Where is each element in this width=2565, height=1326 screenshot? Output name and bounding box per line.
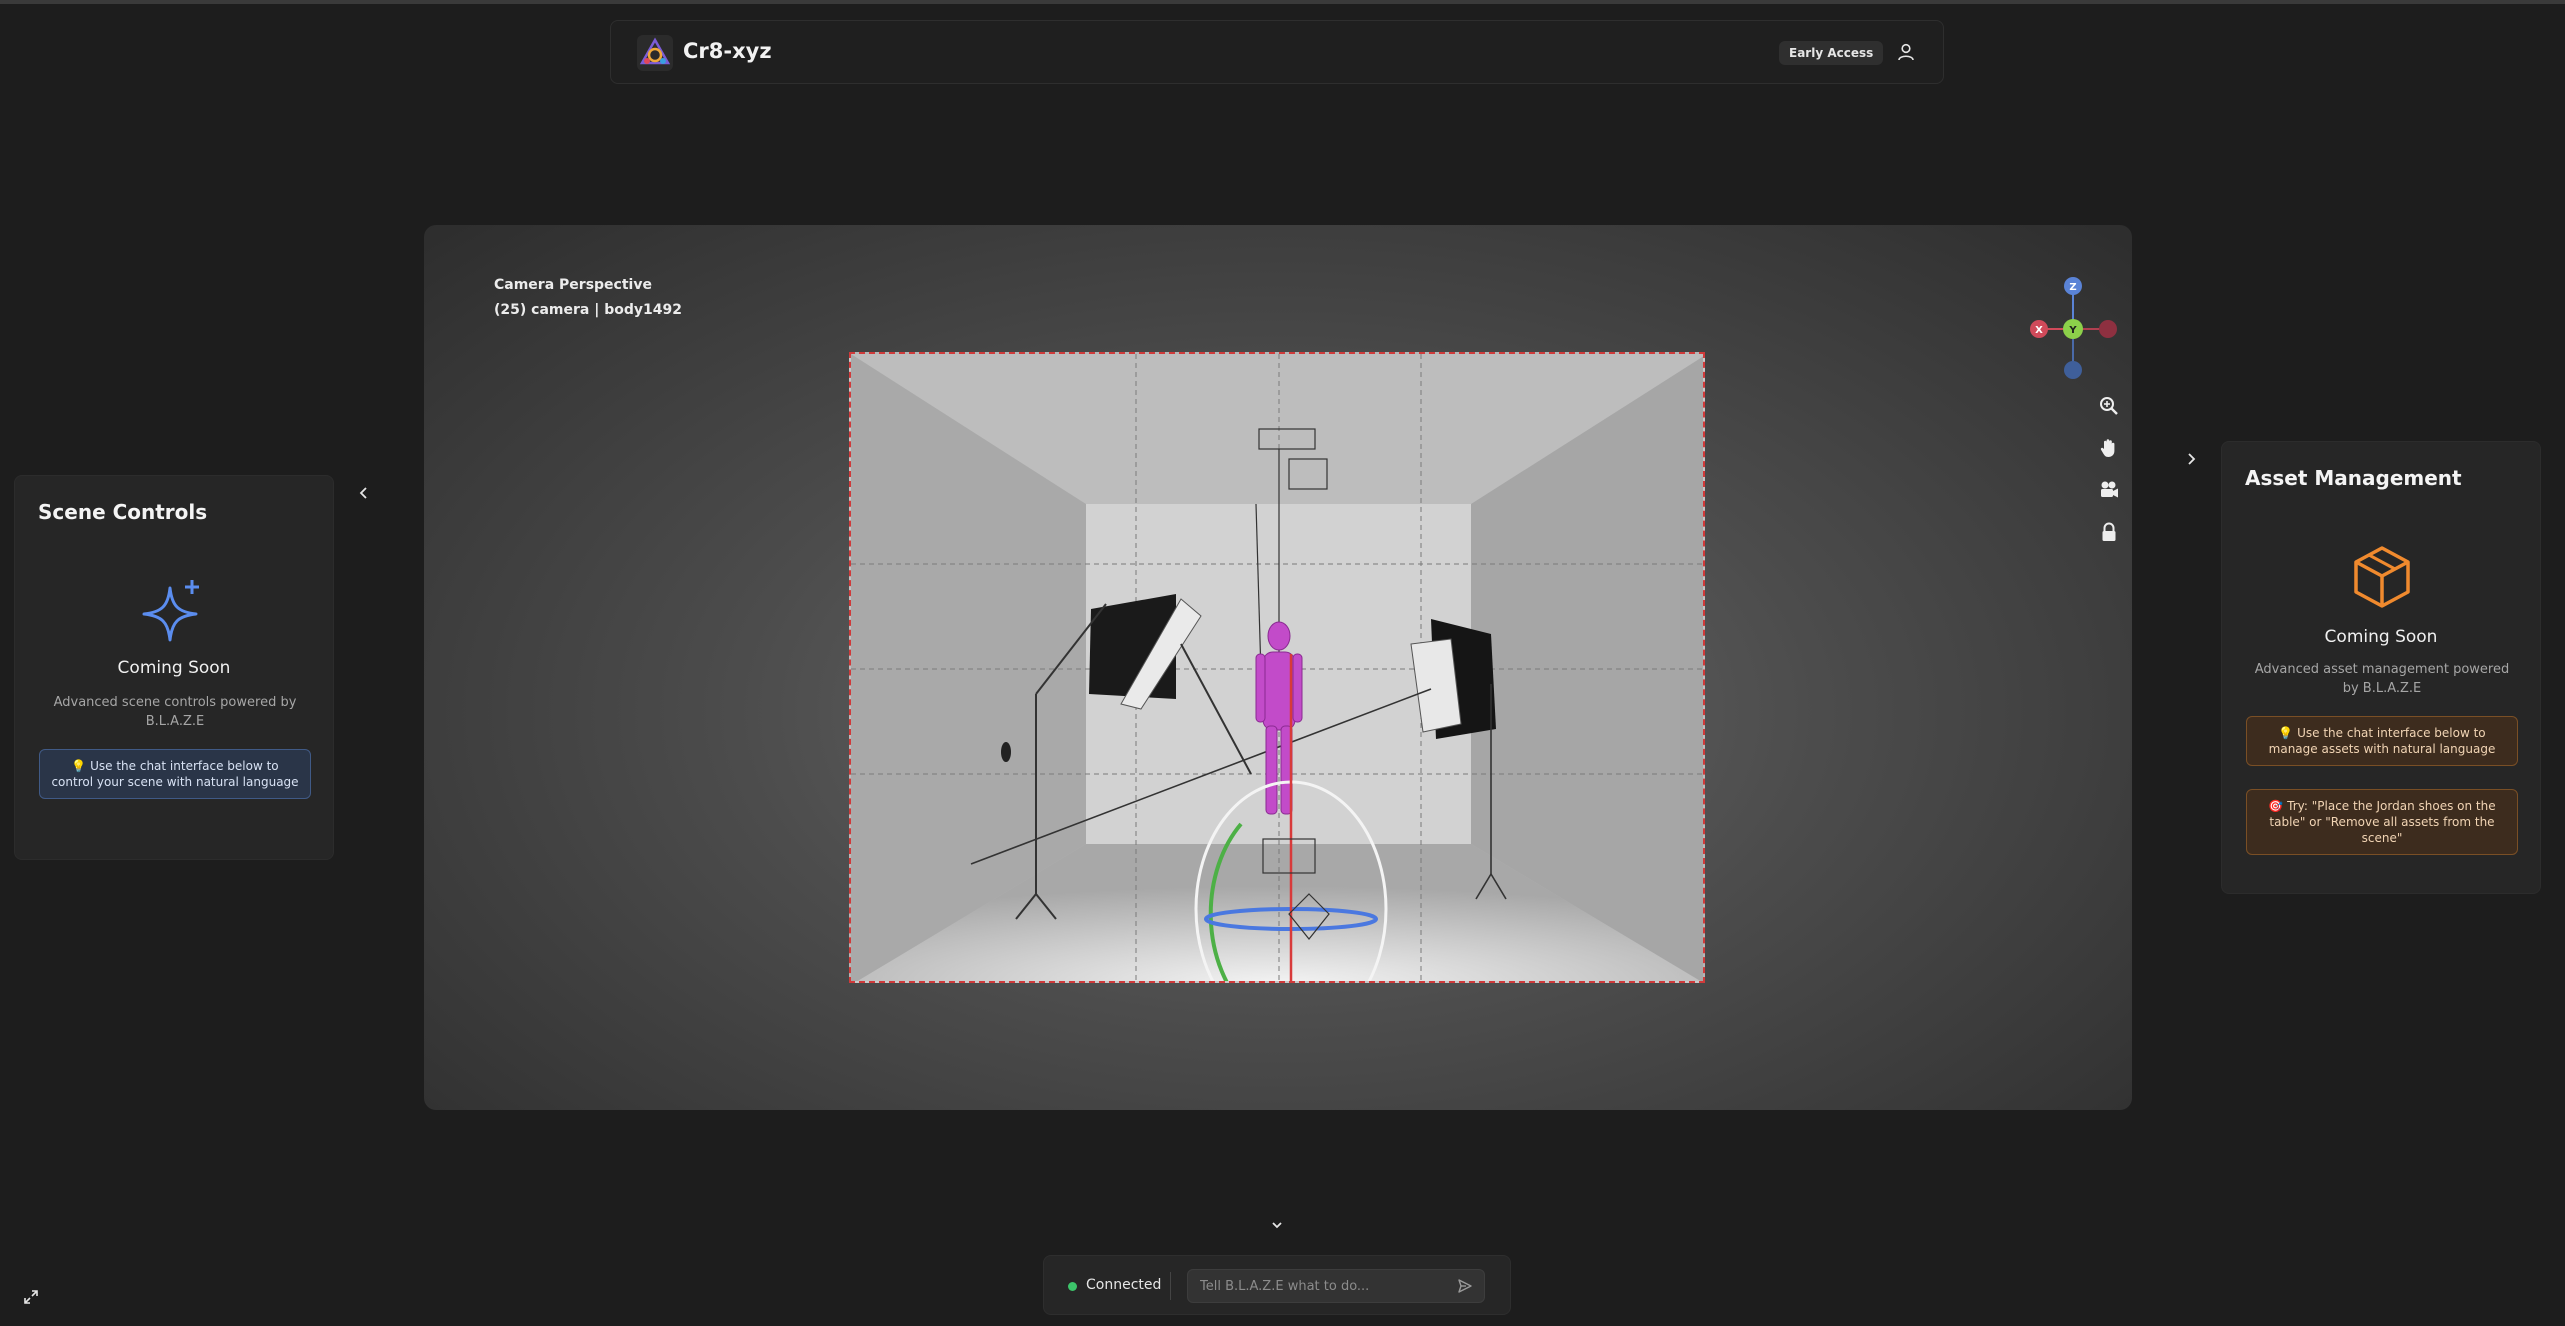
user-icon[interactable] bbox=[1895, 41, 1917, 63]
scene-controls-tip: 💡 Use the chat interface below to contro… bbox=[39, 749, 311, 799]
asset-management-title: Asset Management bbox=[2245, 466, 2462, 490]
sparkles-icon bbox=[142, 580, 199, 642]
scene-controls-description: Advanced scene controls powered by B.L.A… bbox=[53, 695, 297, 729]
zoom-icon[interactable] bbox=[2098, 395, 2120, 417]
early-access-badge: Early Access bbox=[1779, 41, 1884, 65]
send-icon[interactable] bbox=[1457, 1278, 1473, 1294]
axis-gizmo[interactable]: Z X Y bbox=[2028, 273, 2118, 393]
app-title: Cr8-xyz bbox=[683, 39, 772, 63]
collapse-right-panel-button[interactable] bbox=[2183, 451, 2199, 467]
camera-frame bbox=[849, 352, 1705, 983]
studio-scene-render bbox=[851, 354, 1703, 981]
logo-icon bbox=[637, 35, 673, 71]
asset-management-tip: 💡 Use the chat interface below to manage… bbox=[2246, 716, 2518, 766]
camera-subtitle: (25) camera | body1492 bbox=[494, 302, 682, 318]
axis-x-label: X bbox=[2035, 325, 2043, 336]
axis-z-label: Z bbox=[2069, 282, 2076, 293]
scene-controls-status: Coming Soon bbox=[117, 658, 231, 678]
expand-chat-button[interactable] bbox=[1269, 1217, 1285, 1233]
camera-title: Camera Perspective bbox=[494, 277, 652, 293]
chat-bar: Connected bbox=[1043, 1255, 1511, 1315]
lock-icon[interactable] bbox=[2098, 521, 2120, 543]
3d-viewport[interactable]: Camera Perspective (25) camera | body149… bbox=[424, 225, 2132, 1110]
connection-status-text: Connected bbox=[1086, 1277, 1162, 1293]
chat-input[interactable] bbox=[1187, 1269, 1485, 1303]
asset-management-description: Advanced asset management powered by B.L… bbox=[2254, 662, 2510, 696]
scene-controls-title: Scene Controls bbox=[38, 500, 208, 524]
chat-divider bbox=[1170, 1272, 1171, 1300]
asset-management-status: Coming Soon bbox=[2324, 627, 2438, 647]
fullscreen-expand-icon[interactable] bbox=[22, 1288, 40, 1306]
hand-pan-icon[interactable] bbox=[2098, 437, 2120, 459]
video-camera-icon[interactable] bbox=[2098, 479, 2120, 501]
collapse-left-panel-button[interactable] bbox=[356, 485, 372, 501]
axis-y-label: Y bbox=[2068, 325, 2077, 336]
asset-management-panel: Asset Management Coming Soon Advanced as… bbox=[2221, 441, 2541, 894]
window-top-edge bbox=[0, 0, 2565, 4]
asset-management-example: 🎯 Try: "Place the Jordan shoes on the ta… bbox=[2246, 789, 2518, 855]
connection-status-dot bbox=[1068, 1282, 1077, 1291]
scene-controls-panel: Scene Controls Coming Soon Advanced scen… bbox=[14, 475, 334, 860]
camera-perspective-label: Camera Perspective (25) camera | body149… bbox=[494, 273, 682, 323]
app-header: Cr8-xyz Early Access bbox=[610, 20, 1944, 84]
box-icon bbox=[2354, 546, 2410, 608]
